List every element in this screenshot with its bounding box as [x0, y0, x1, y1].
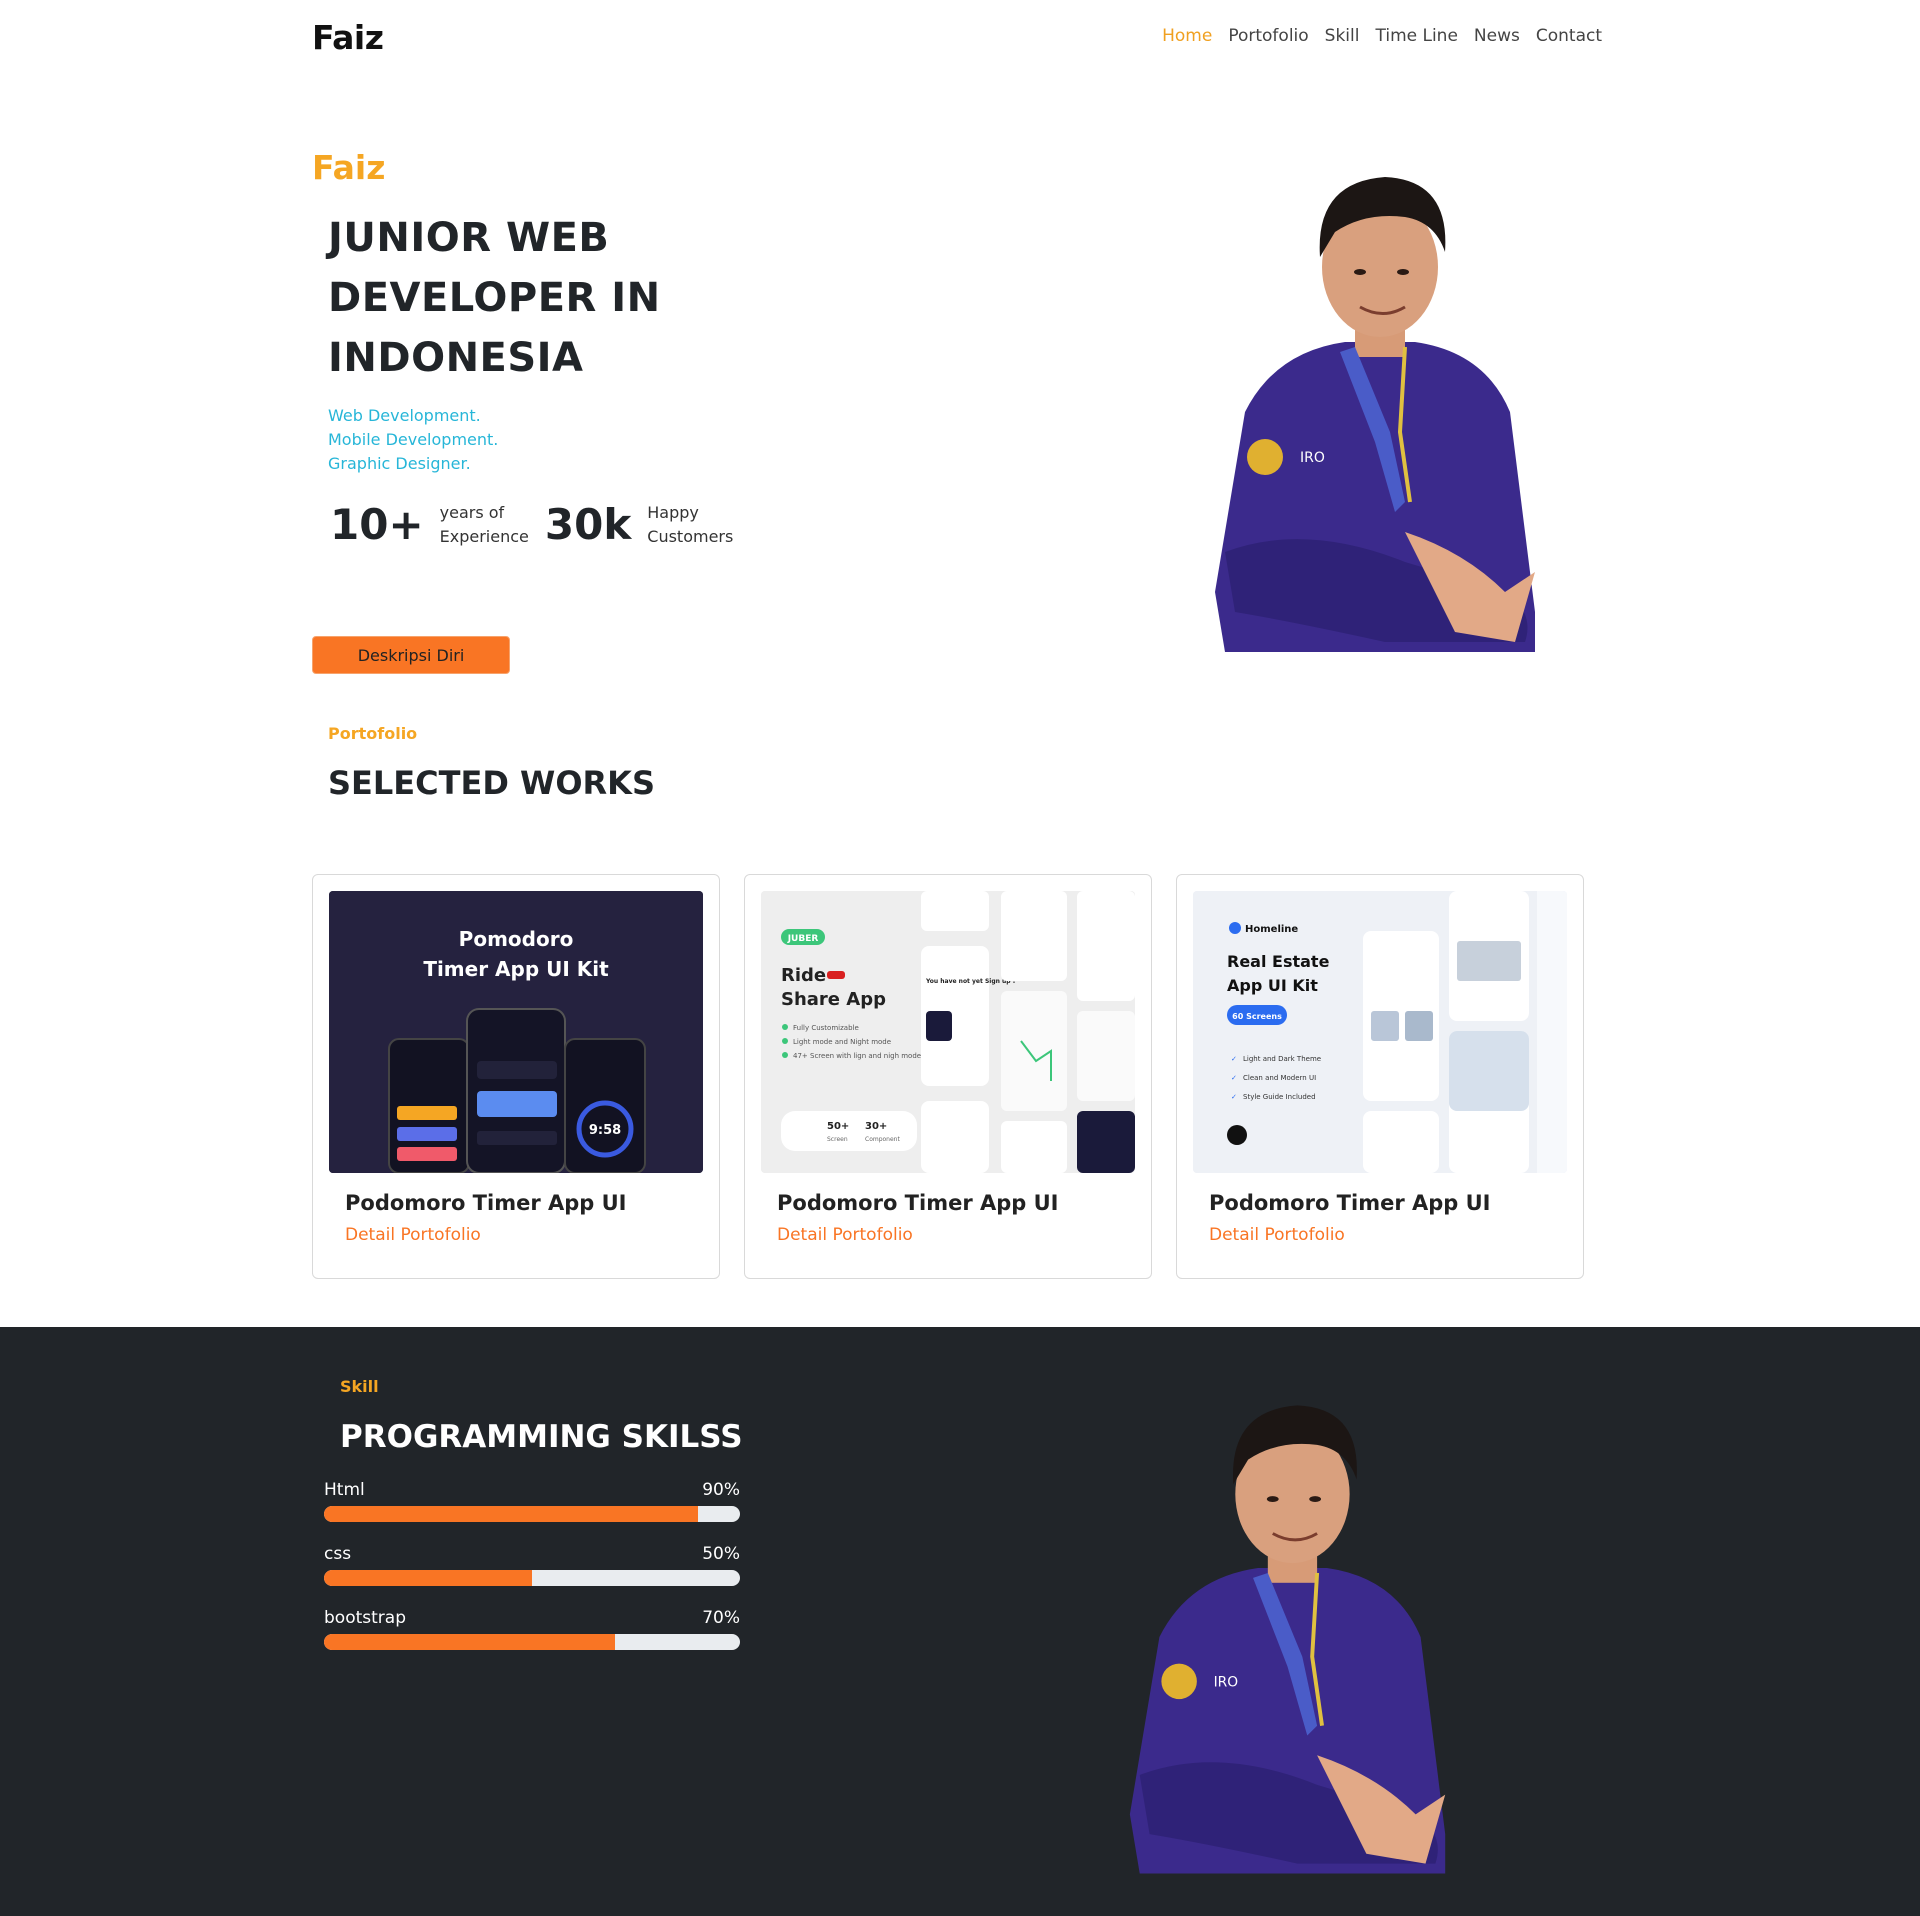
deskripsi-diri-button[interactable]: Deskripsi Diri [312, 636, 510, 674]
thumb-badge: JUBER [787, 934, 819, 944]
skill-percent: 50% [702, 1544, 740, 1564]
thumb-feature: 47+ Screen with lign and nigh mode [793, 1052, 921, 1060]
detail-portfolio-link[interactable]: Detail Portofolio [1209, 1225, 1345, 1245]
navbar: Faiz Home Portofolio Skill Time Line New… [312, 0, 1602, 72]
portfolio-thumbnail: JUBER Ride Share App Fully Customizable … [761, 891, 1135, 1173]
stat-experience-label: years of Experience [440, 501, 529, 549]
thumb-phone-text: You have not yet Sign up ! [925, 978, 1015, 985]
skill-section: Skill PROGRAMMING SKILSS Html 90% css 50… [0, 1327, 1920, 1916]
portfolio-card: JUBER Ride Share App Fully Customizable … [744, 874, 1152, 1279]
detail-portfolio-link[interactable]: Detail Portofolio [345, 1225, 481, 1245]
profile-photo: IRO [1215, 177, 1535, 652]
nav-link-home[interactable]: Home [1162, 26, 1212, 46]
role-item: Web Development. [328, 406, 481, 425]
nav-link-news[interactable]: News [1474, 26, 1520, 46]
skill-item: css 50% [324, 1544, 740, 1586]
thumb-stat: 50+ [827, 1121, 849, 1132]
thumb-stat: 30+ [865, 1121, 887, 1132]
stat-label-line: years of [439, 502, 505, 522]
nav-link-timeline[interactable]: Time Line [1375, 26, 1457, 46]
skill-percent: 90% [702, 1480, 740, 1500]
thumb-feature: Light mode and Night mode [793, 1038, 891, 1046]
portfolio-section-title: SELECTED WORKS [328, 764, 656, 802]
skill-progress-fill [324, 1634, 616, 1650]
thumb-heading: Ride [781, 965, 826, 986]
portfolio-card: Homeline Real Estate App UI Kit 60 Scree… [1176, 874, 1584, 1279]
skill-progress-fill [324, 1570, 532, 1586]
svg-text:IRO: IRO [1214, 1674, 1239, 1690]
skill-name: css [324, 1544, 352, 1564]
hero-title: JUNIOR WEB DEVELOPER IN INDONESIA [328, 215, 661, 381]
thumb-heading: Real Estate [1227, 952, 1330, 971]
hero-stats: 10+ years of Experience 30k Happy Custom… [330, 500, 749, 549]
card-title: Podomoro Timer App UI [345, 1191, 627, 1215]
nav-link-portofolio[interactable]: Portofolio [1228, 26, 1308, 46]
portfolio-thumbnail: Homeline Real Estate App UI Kit 60 Scree… [1193, 891, 1567, 1173]
stat-customers-label: Happy Customers [647, 501, 733, 549]
thumb-stat-label: Component [865, 1136, 900, 1143]
role-item: Mobile Development. [328, 430, 499, 449]
portfolio-thumbnail: Pomodoro Timer App UI Kit 9:58 [329, 891, 703, 1173]
card-title: Podomoro Timer App UI [777, 1191, 1059, 1215]
portfolio-section-label: Portofolio [328, 724, 418, 743]
thumb-feature: Clean and Modern UI [1243, 1074, 1316, 1082]
skill-progress-bar [324, 1506, 740, 1522]
thumb-heading: App UI Kit [1227, 976, 1318, 995]
skill-name: Html [324, 1480, 365, 1500]
thumb-feature: Style Guide Included [1243, 1093, 1316, 1101]
svg-text:✓: ✓ [1231, 1055, 1237, 1063]
skill-item: bootstrap 70% [324, 1608, 740, 1650]
nav-links: Home Portofolio Skill Time Line News Con… [1162, 26, 1602, 46]
profile-photo: IRO [1129, 1405, 1446, 1874]
skill-progress-bar [324, 1570, 740, 1586]
detail-portfolio-link[interactable]: Detail Portofolio [777, 1225, 913, 1245]
stat-label-line: Experience [439, 526, 529, 546]
thumb-timer: 9:58 [589, 1123, 621, 1138]
stat-customers-number: 30k [544, 500, 632, 549]
card-title: Podomoro Timer App UI [1209, 1191, 1491, 1215]
skill-section-label: Skill [340, 1377, 379, 1396]
brand-logo[interactable]: Faiz [312, 18, 384, 57]
hero-roles: Web Development. Mobile Development. Gra… [328, 404, 498, 476]
skill-section-title: PROGRAMMING SKILSS [340, 1419, 743, 1455]
stat-label-line: Customers [647, 526, 734, 546]
thumb-brand: Homeline [1245, 924, 1298, 935]
role-item: Graphic Designer. [328, 454, 471, 473]
thumb-feature: Light and Dark Theme [1243, 1055, 1321, 1063]
skill-name: bootstrap [324, 1608, 406, 1628]
thumb-pill: 60 Screens [1232, 1012, 1282, 1021]
hero-name: Faiz [312, 148, 386, 187]
stat-experience-number: 10+ [330, 500, 424, 549]
nav-link-skill[interactable]: Skill [1325, 26, 1360, 46]
svg-text:IRO: IRO [1300, 450, 1325, 466]
svg-text:✓: ✓ [1231, 1093, 1237, 1101]
portfolio-card: Pomodoro Timer App UI Kit 9:58 Podomoro … [312, 874, 720, 1279]
thumb-heading: Pomodoro [459, 927, 574, 951]
skill-item: Html 90% [324, 1480, 740, 1522]
thumb-heading: Timer App UI Kit [423, 957, 609, 981]
svg-text:✓: ✓ [1231, 1074, 1237, 1082]
thumb-feature: Fully Customizable [793, 1024, 859, 1032]
stat-label-line: Happy [647, 502, 699, 522]
thumb-stat-label: Screen [827, 1136, 848, 1143]
skill-progress-bar [324, 1634, 740, 1650]
nav-link-contact[interactable]: Contact [1536, 26, 1602, 46]
skill-progress-fill [324, 1506, 699, 1522]
thumb-heading: Share App [781, 989, 886, 1010]
skill-percent: 70% [702, 1608, 740, 1628]
